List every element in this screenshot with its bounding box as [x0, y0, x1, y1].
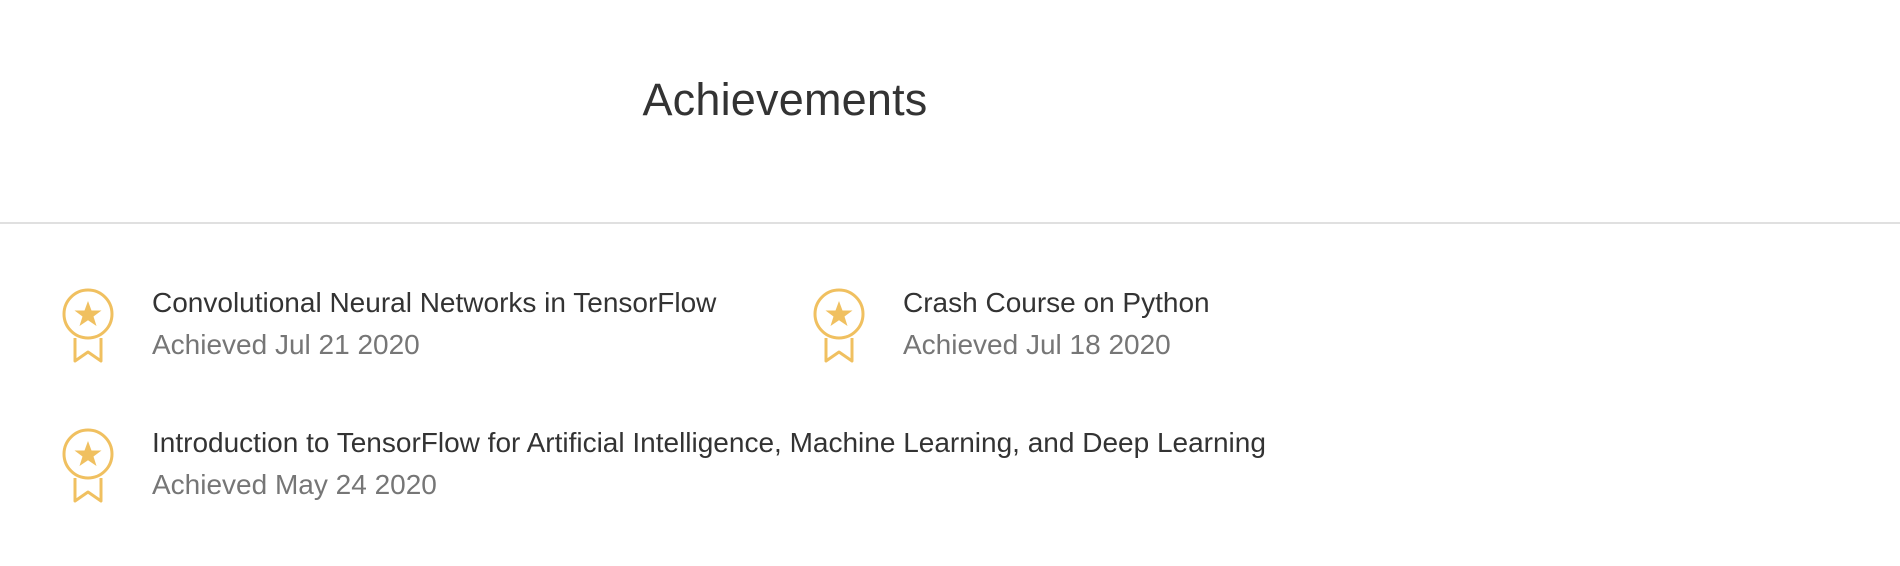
- achievements-header: Achievements: [0, 0, 1900, 224]
- award-ribbon-icon: [62, 428, 114, 503]
- achievement-date: Achieved Jul 18 2020: [903, 329, 1171, 360]
- achievement-item[interactable]: Convolutional Neural Networks in TensorF…: [60, 285, 716, 367]
- achievement-date: Achieved Jul 21 2020: [152, 329, 420, 360]
- achievement-item[interactable]: Introduction to TensorFlow for Artificia…: [60, 425, 1266, 507]
- achievement-title[interactable]: Convolutional Neural Networks in TensorF…: [152, 285, 716, 321]
- page-title: Achievements: [642, 74, 928, 125]
- achievement-item[interactable]: Crash Course on Python Achieved Jul 18 2…: [811, 285, 1210, 367]
- achievement-title[interactable]: Crash Course on Python: [903, 285, 1210, 321]
- achievement-date: Achieved May 24 2020: [152, 469, 437, 500]
- award-ribbon-icon: [62, 288, 114, 363]
- achievement-title[interactable]: Introduction to TensorFlow for Artificia…: [152, 425, 1266, 461]
- award-ribbon-icon: [813, 288, 865, 363]
